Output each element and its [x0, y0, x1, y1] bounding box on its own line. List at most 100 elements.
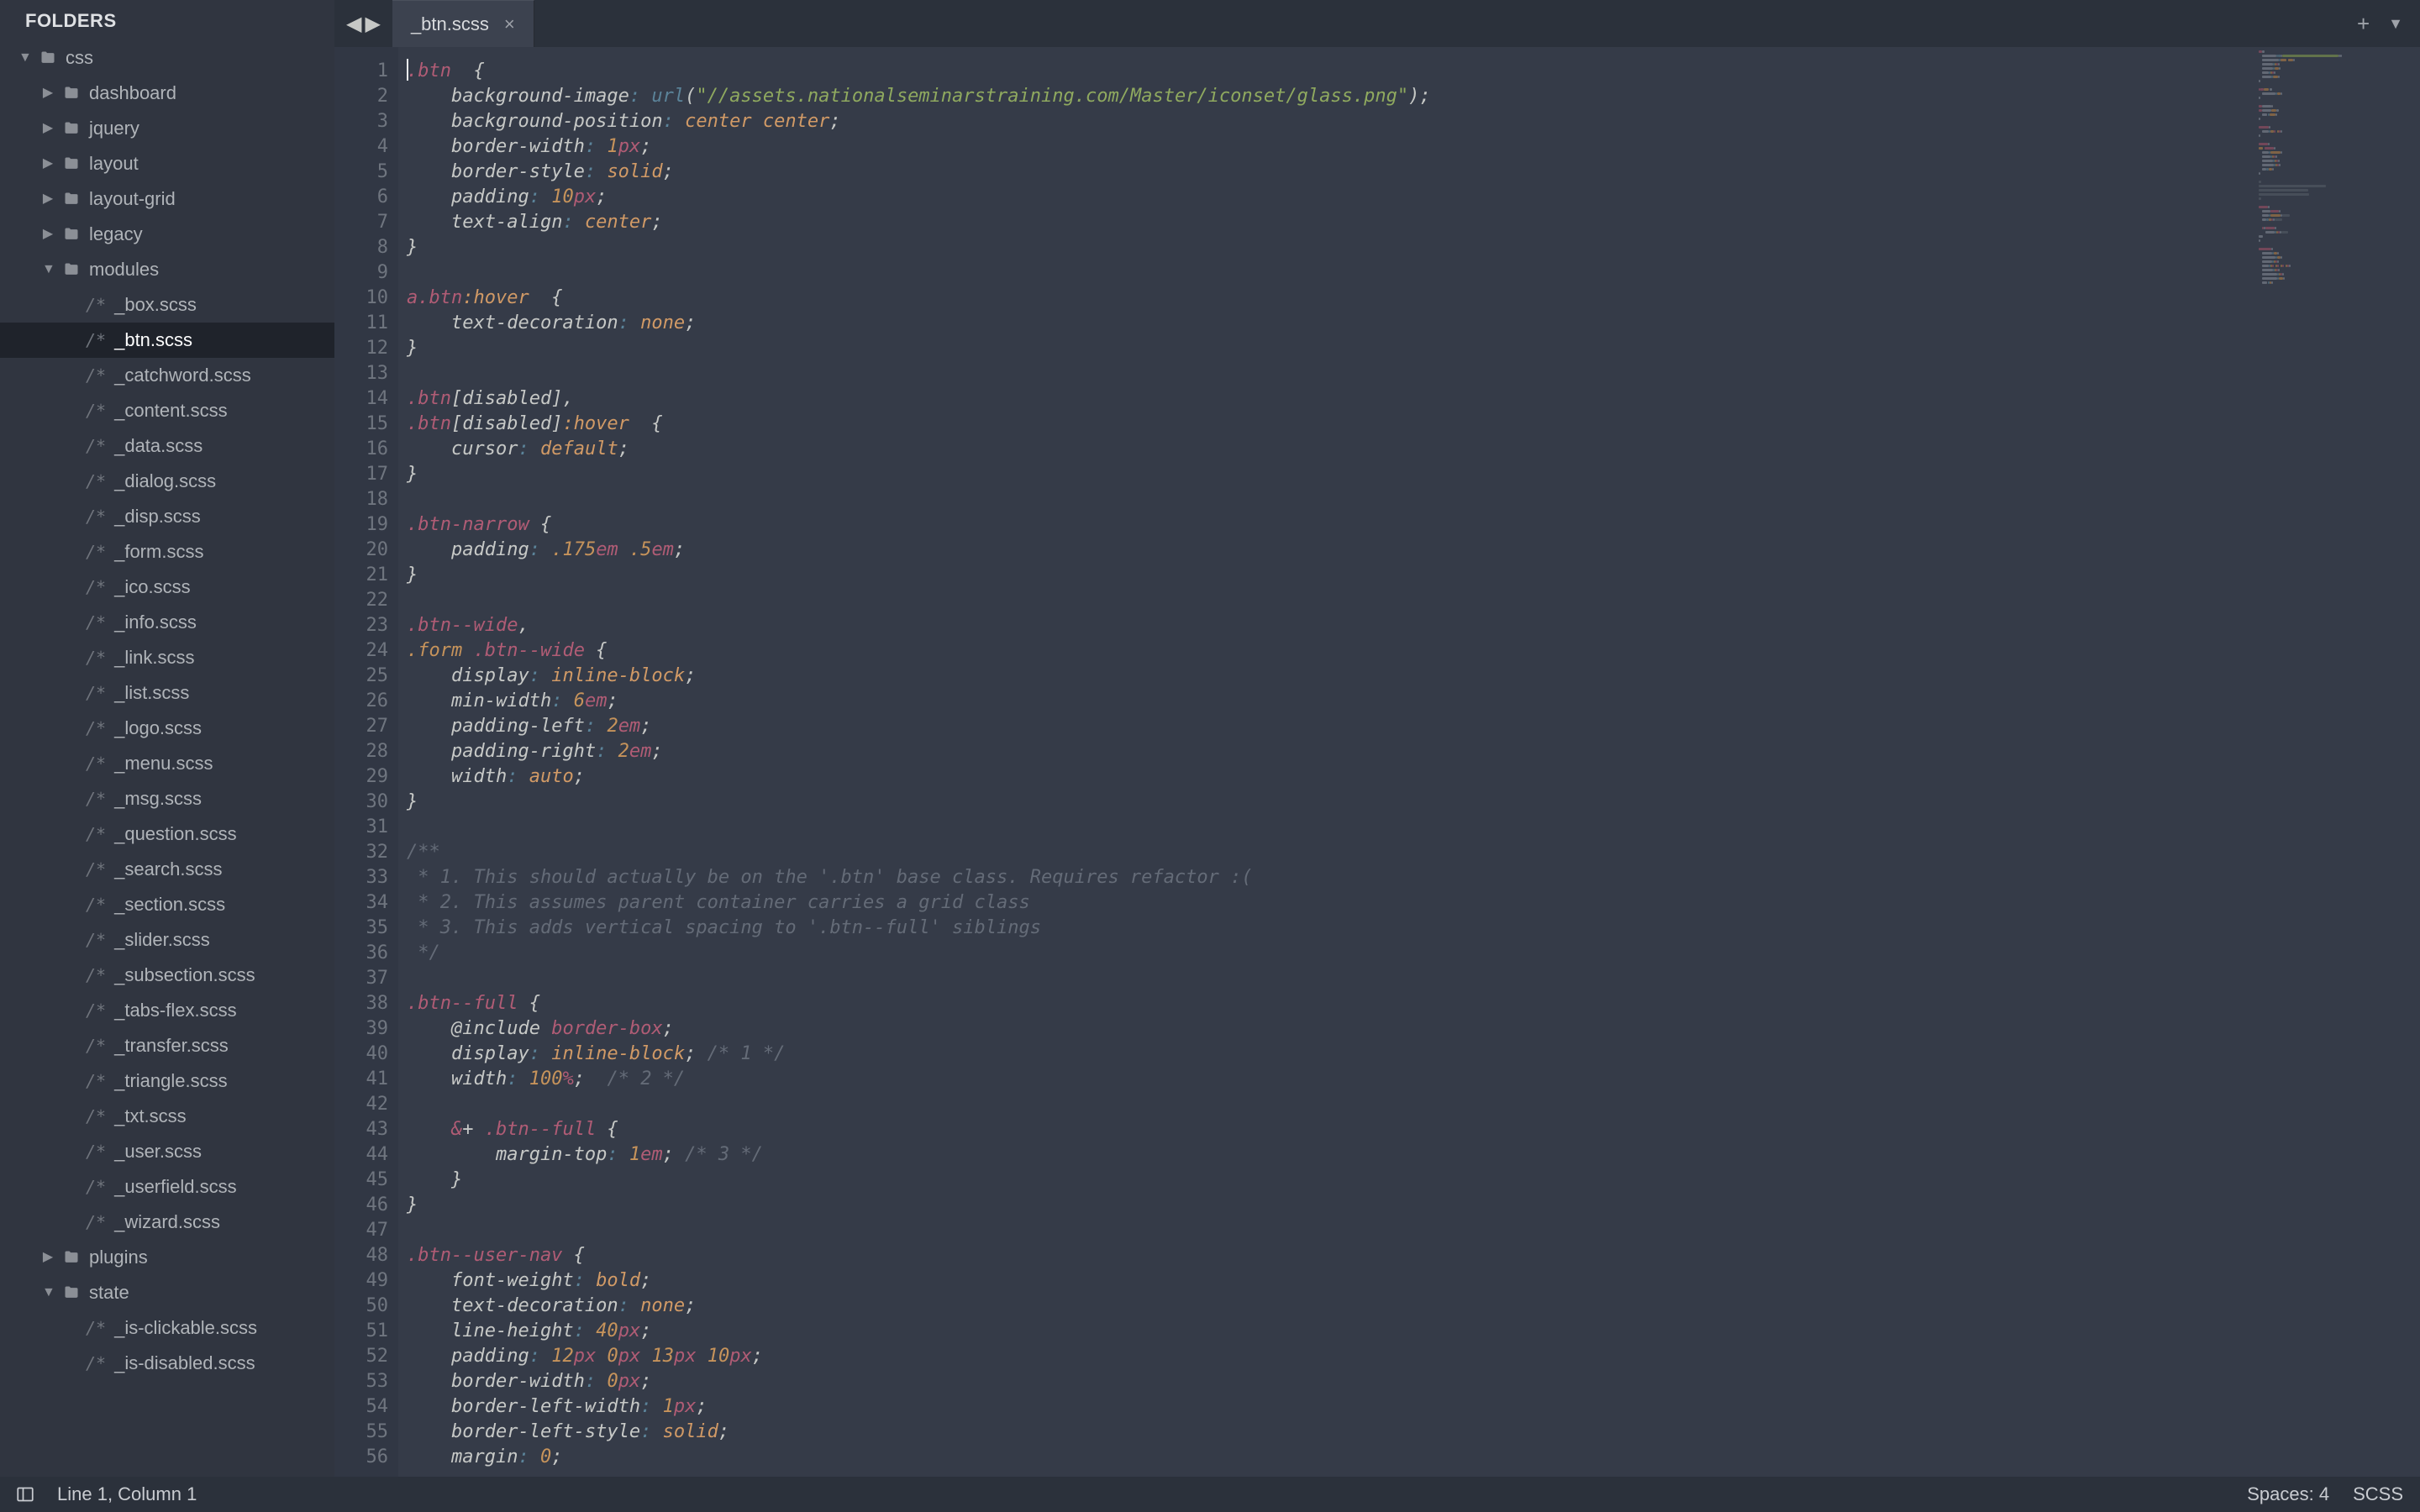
file-type-icon: /* — [86, 993, 106, 1028]
panel-switcher-icon[interactable] — [17, 1486, 34, 1503]
file-row-_msg.scss[interactable]: /*_msg.scss — [0, 781, 334, 816]
disclosure-triangle-icon[interactable]: ▶ — [42, 76, 54, 111]
file-row-_txt.scss[interactable]: /*_txt.scss — [0, 1099, 334, 1134]
file-label: _content.scss — [114, 393, 228, 428]
folder-row-layout-grid[interactable]: ▶ layout-grid — [0, 181, 334, 217]
file-type-icon: /* — [86, 499, 106, 534]
file-row-_catchword.scss[interactable]: /*_catchword.scss — [0, 358, 334, 393]
file-row-_content.scss[interactable]: /*_content.scss — [0, 393, 334, 428]
cursor-position[interactable]: Line 1, Column 1 — [57, 1483, 197, 1505]
file-row-_question.scss[interactable]: /*_question.scss — [0, 816, 334, 852]
new-tab-icon[interactable]: + — [2357, 11, 2370, 37]
file-row-_box.scss[interactable]: /*_box.scss — [0, 287, 334, 323]
file-type-icon: /* — [86, 746, 106, 781]
file-row-_is-clickable.scss[interactable]: /*_is-clickable.scss — [0, 1310, 334, 1346]
folder-label: dashboard — [89, 76, 176, 111]
file-type-icon: /* — [86, 1134, 106, 1169]
file-label: _subsection.scss — [114, 958, 255, 993]
file-row-_btn.scss[interactable]: /*_btn.scss — [0, 323, 334, 358]
file-row-_link.scss[interactable]: /*_link.scss — [0, 640, 334, 675]
folder-icon — [62, 85, 81, 102]
file-type-icon: /* — [86, 887, 106, 922]
tab-title: _btn.scss — [411, 13, 489, 35]
folder-row-state[interactable]: ▼ state — [0, 1275, 334, 1310]
file-row-_wizard.scss[interactable]: /*_wizard.scss — [0, 1205, 334, 1240]
file-type-icon: /* — [86, 534, 106, 570]
disclosure-triangle-icon[interactable]: ▼ — [42, 252, 54, 287]
folder-label: legacy — [89, 217, 143, 252]
file-type-icon: /* — [86, 464, 106, 499]
file-row-_disp.scss[interactable]: /*_disp.scss — [0, 499, 334, 534]
file-label: _catchword.scss — [114, 358, 251, 393]
file-row-_user.scss[interactable]: /*_user.scss — [0, 1134, 334, 1169]
indent-setting[interactable]: Spaces: 4 — [2247, 1483, 2329, 1505]
folder-row-plugins[interactable]: ▶ plugins — [0, 1240, 334, 1275]
close-icon[interactable]: × — [504, 13, 515, 35]
folder-row-layout[interactable]: ▶ layout — [0, 146, 334, 181]
file-row-_ico.scss[interactable]: /*_ico.scss — [0, 570, 334, 605]
disclosure-triangle-icon[interactable]: ▶ — [42, 217, 54, 252]
editor: ◀ ▶ _btn.scss × + ▼ 12345678910111213141… — [334, 0, 2420, 1477]
folder-icon — [62, 261, 81, 278]
file-type-icon: /* — [86, 358, 106, 393]
folder-row-modules[interactable]: ▼ modules — [0, 252, 334, 287]
file-label: _userfield.scss — [114, 1169, 237, 1205]
syntax-setting[interactable]: SCSS — [2353, 1483, 2403, 1505]
file-type-icon: /* — [86, 1169, 106, 1205]
history-back-icon[interactable]: ◀ — [346, 12, 361, 36]
folder-row-css[interactable]: ▼css — [0, 40, 334, 76]
file-type-icon: /* — [86, 958, 106, 993]
folder-label: plugins — [89, 1240, 148, 1275]
line-gutter[interactable]: 1234567891011121314151617181920212223242… — [334, 47, 398, 1477]
code-area[interactable]: .btn { background-image: url("//assets.n… — [398, 47, 2420, 1477]
status-bar: Line 1, Column 1 Spaces: 4 SCSS — [0, 1477, 2420, 1512]
folder-label: layout-grid — [89, 181, 176, 217]
file-row-_transfer.scss[interactable]: /*_transfer.scss — [0, 1028, 334, 1063]
file-row-_logo.scss[interactable]: /*_logo.scss — [0, 711, 334, 746]
folder-row-dashboard[interactable]: ▶ dashboard — [0, 76, 334, 111]
folder-icon — [62, 226, 81, 243]
file-row-_tabs-flex.scss[interactable]: /*_tabs-flex.scss — [0, 993, 334, 1028]
disclosure-triangle-icon[interactable]: ▶ — [42, 111, 54, 146]
file-row-_menu.scss[interactable]: /*_menu.scss — [0, 746, 334, 781]
file-type-icon: /* — [86, 816, 106, 852]
folder-row-legacy[interactable]: ▶ legacy — [0, 217, 334, 252]
file-label: _info.scss — [114, 605, 197, 640]
disclosure-triangle-icon[interactable]: ▼ — [18, 40, 30, 76]
file-row-_section.scss[interactable]: /*_section.scss — [0, 887, 334, 922]
folder-label: layout — [89, 146, 139, 181]
minimap[interactable] — [2255, 50, 2415, 336]
file-row-_is-disabled.scss[interactable]: /*_is-disabled.scss — [0, 1346, 334, 1381]
file-type-icon: /* — [86, 1310, 106, 1346]
file-label: _tabs-flex.scss — [114, 993, 237, 1028]
file-type-icon: /* — [86, 640, 106, 675]
file-row-_dialog.scss[interactable]: /*_dialog.scss — [0, 464, 334, 499]
tab-menu-icon[interactable]: ▼ — [2388, 15, 2403, 33]
file-type-icon: /* — [86, 605, 106, 640]
file-row-_slider.scss[interactable]: /*_slider.scss — [0, 922, 334, 958]
file-label: _box.scss — [114, 287, 197, 323]
file-row-_userfield.scss[interactable]: /*_userfield.scss — [0, 1169, 334, 1205]
folder-row-jquery[interactable]: ▶jquery — [0, 111, 334, 146]
folder-label: modules — [89, 252, 159, 287]
folder-label: state — [89, 1275, 129, 1310]
file-row-_list.scss[interactable]: /*_list.scss — [0, 675, 334, 711]
disclosure-triangle-icon[interactable]: ▶ — [42, 1240, 54, 1275]
file-type-icon: /* — [86, 781, 106, 816]
history-forward-icon[interactable]: ▶ — [365, 12, 380, 36]
file-label: _transfer.scss — [114, 1028, 229, 1063]
folder-icon — [62, 155, 81, 172]
disclosure-triangle-icon[interactable]: ▶ — [42, 146, 54, 181]
file-label: _search.scss — [114, 852, 222, 887]
file-row-_info.scss[interactable]: /*_info.scss — [0, 605, 334, 640]
tab-btn-scss[interactable]: _btn.scss × — [392, 0, 534, 47]
file-row-_data.scss[interactable]: /*_data.scss — [0, 428, 334, 464]
disclosure-triangle-icon[interactable]: ▶ — [42, 181, 54, 217]
file-row-_search.scss[interactable]: /*_search.scss — [0, 852, 334, 887]
file-tree[interactable]: ▼css▶dashboard▶jquery▶layout▶layout-grid… — [0, 40, 334, 1477]
disclosure-triangle-icon[interactable]: ▼ — [42, 1275, 54, 1310]
file-row-_triangle.scss[interactable]: /*_triangle.scss — [0, 1063, 334, 1099]
file-row-_subsection.scss[interactable]: /*_subsection.scss — [0, 958, 334, 993]
file-label: _form.scss — [114, 534, 203, 570]
file-row-_form.scss[interactable]: /*_form.scss — [0, 534, 334, 570]
